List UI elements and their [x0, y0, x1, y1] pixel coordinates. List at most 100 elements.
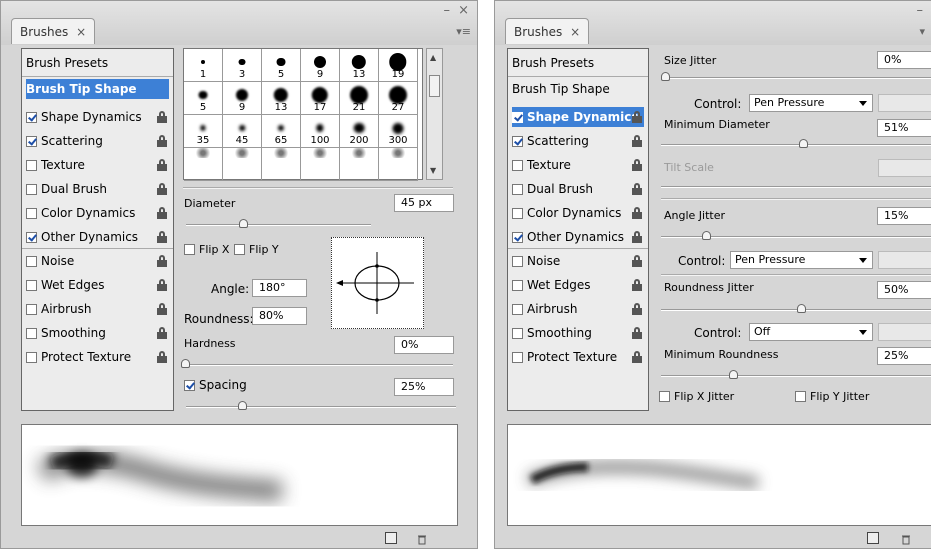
sidebar-item-brush-tip-shape[interactable]: Brush Tip Shape — [26, 79, 169, 99]
brush-preset-cell[interactable]: 1 — [184, 49, 223, 82]
wet-edges-checkbox[interactable] — [26, 280, 37, 291]
shape-dynamics-checkbox[interactable] — [26, 112, 37, 123]
wet-edges-checkbox[interactable] — [512, 280, 523, 291]
lock-icon[interactable] — [157, 207, 167, 219]
lock-icon[interactable] — [157, 279, 167, 291]
hardness-slider-thumb[interactable] — [181, 359, 190, 368]
angle-value[interactable]: 180° — [252, 279, 307, 297]
brush-preset-cell[interactable]: 9 — [223, 82, 262, 115]
roundness-jitter-slider-thumb[interactable] — [796, 304, 806, 313]
lock-icon[interactable] — [632, 231, 642, 243]
window-controls[interactable]: – — [917, 3, 926, 18]
angle-jitter-value[interactable]: 15% — [877, 207, 931, 225]
spacing-option[interactable]: Spacing — [184, 378, 247, 392]
hardness-slider[interactable] — [181, 359, 453, 371]
sidebar-item-airbrush[interactable]: Airbrush — [26, 299, 169, 319]
flip-x-checkbox[interactable] — [184, 244, 195, 255]
minimum-roundness-slider[interactable] — [661, 370, 931, 382]
brush-preset-cell[interactable]: 9 — [301, 49, 340, 82]
lock-icon[interactable] — [157, 135, 167, 147]
airbrush-checkbox[interactable] — [26, 304, 37, 315]
lock-icon[interactable] — [632, 159, 642, 171]
flip-x-jitter-checkbox[interactable] — [659, 391, 670, 402]
brush-preset-cell[interactable]: 3 — [223, 49, 262, 82]
lock-icon[interactable] — [632, 327, 642, 339]
new-brush-icon[interactable] — [385, 532, 397, 544]
sidebar-item-smoothing[interactable]: Smoothing — [512, 323, 644, 343]
sidebar-item-noise[interactable]: Noise — [26, 251, 169, 271]
minimum-diameter-value[interactable]: 51% — [877, 119, 931, 137]
brush-preset-cell[interactable]: 35 — [184, 115, 223, 148]
hardness-value[interactable]: 0% — [394, 336, 454, 354]
brush-preset-cell[interactable]: 27 — [379, 82, 418, 115]
brush-preset-cell[interactable] — [301, 148, 340, 181]
minimum-roundness-slider-thumb[interactable] — [728, 370, 738, 379]
other-dynamics-checkbox[interactable] — [512, 232, 523, 243]
brush-preset-cell[interactable]: 100 — [301, 115, 340, 148]
lock-icon[interactable] — [157, 159, 167, 171]
lock-icon[interactable] — [632, 207, 642, 219]
brush-preset-cell[interactable]: 200 — [340, 115, 379, 148]
roundness-jitter-slider[interactable] — [661, 304, 931, 316]
minimum-roundness-value[interactable]: 25% — [877, 347, 931, 365]
tab-close-icon[interactable]: × — [76, 25, 86, 39]
roundness-value[interactable]: 80% — [252, 307, 307, 325]
brush-preset-cell[interactable]: 5 — [262, 49, 301, 82]
panel-menu-icon[interactable]: ▾≡ — [456, 25, 471, 38]
noise-checkbox[interactable] — [512, 256, 523, 267]
brush-preset-cell[interactable]: 13 — [340, 49, 379, 82]
scroll-thumb[interactable] — [429, 75, 440, 97]
brush-angle-roundness-preview[interactable] — [331, 237, 424, 329]
sidebar-item-scattering[interactable]: Scattering — [26, 131, 169, 151]
lock-icon[interactable] — [632, 303, 642, 315]
diameter-slider-thumb[interactable] — [238, 219, 248, 228]
trash-icon[interactable] — [417, 534, 427, 545]
flip-x-jitter-option[interactable]: Flip X Jitter — [659, 390, 734, 403]
spacing-checkbox[interactable] — [184, 380, 195, 391]
control-dropdown-2[interactable]: Pen Pressure — [730, 251, 873, 269]
brushes-tab[interactable]: Brushes × — [11, 18, 96, 44]
lock-icon[interactable] — [632, 111, 642, 123]
dual-brush-checkbox[interactable] — [26, 184, 37, 195]
scroll-down-icon[interactable]: ▼ — [430, 166, 436, 175]
brush-preset-cell[interactable]: 21 — [340, 82, 379, 115]
brush-preset-cell[interactable] — [223, 148, 262, 181]
sidebar-item-noise[interactable]: Noise — [512, 251, 644, 271]
sidebar-item-shape-dynamics[interactable]: Shape Dynamics — [26, 107, 169, 127]
texture-checkbox[interactable] — [512, 160, 523, 171]
brush-preset-cell[interactable]: 13 — [262, 82, 301, 115]
minimum-diameter-slider-thumb[interactable] — [799, 139, 809, 148]
airbrush-checkbox[interactable] — [512, 304, 523, 315]
sidebar-item-color-dynamics[interactable]: Color Dynamics — [26, 203, 169, 223]
sidebar-item-other-dynamics[interactable]: Other Dynamics — [26, 227, 169, 247]
size-jitter-value[interactable]: 0% — [877, 51, 931, 69]
spacing-slider[interactable] — [186, 401, 456, 413]
brush-preset-cell[interactable]: 300 — [379, 115, 418, 148]
lock-icon[interactable] — [632, 279, 642, 291]
lock-icon[interactable] — [157, 351, 167, 363]
flip-y-jitter-option[interactable]: Flip Y Jitter — [795, 390, 869, 403]
sidebar-item-wet-edges[interactable]: Wet Edges — [26, 275, 169, 295]
sidebar-item-other-dynamics[interactable]: Other Dynamics — [512, 227, 644, 247]
brush-preset-cell[interactable]: 5 — [184, 82, 223, 115]
brush-preset-cell[interactable]: 19 — [379, 49, 418, 82]
lock-icon[interactable] — [157, 303, 167, 315]
angle-jitter-slider[interactable] — [661, 231, 931, 243]
brushes-tab[interactable]: Brushes × — [505, 18, 590, 44]
protect-texture-checkbox[interactable] — [26, 352, 37, 363]
lock-icon[interactable] — [157, 231, 167, 243]
spacing-slider-thumb[interactable] — [238, 401, 248, 410]
trash-icon[interactable] — [901, 534, 911, 545]
color-dynamics-checkbox[interactable] — [512, 208, 523, 219]
brush-preset-cell[interactable] — [184, 148, 223, 181]
sidebar-item-color-dynamics[interactable]: Color Dynamics — [512, 203, 644, 223]
lock-icon[interactable] — [157, 111, 167, 123]
protect-texture-checkbox[interactable] — [512, 352, 523, 363]
sidebar-item-airbrush[interactable]: Airbrush — [512, 299, 644, 319]
angle-jitter-slider-thumb[interactable] — [701, 231, 711, 240]
lock-icon[interactable] — [157, 183, 167, 195]
texture-checkbox[interactable] — [26, 160, 37, 171]
noise-checkbox[interactable] — [26, 256, 37, 267]
new-brush-icon[interactable] — [867, 532, 879, 544]
sidebar-item-texture[interactable]: Texture — [26, 155, 169, 175]
